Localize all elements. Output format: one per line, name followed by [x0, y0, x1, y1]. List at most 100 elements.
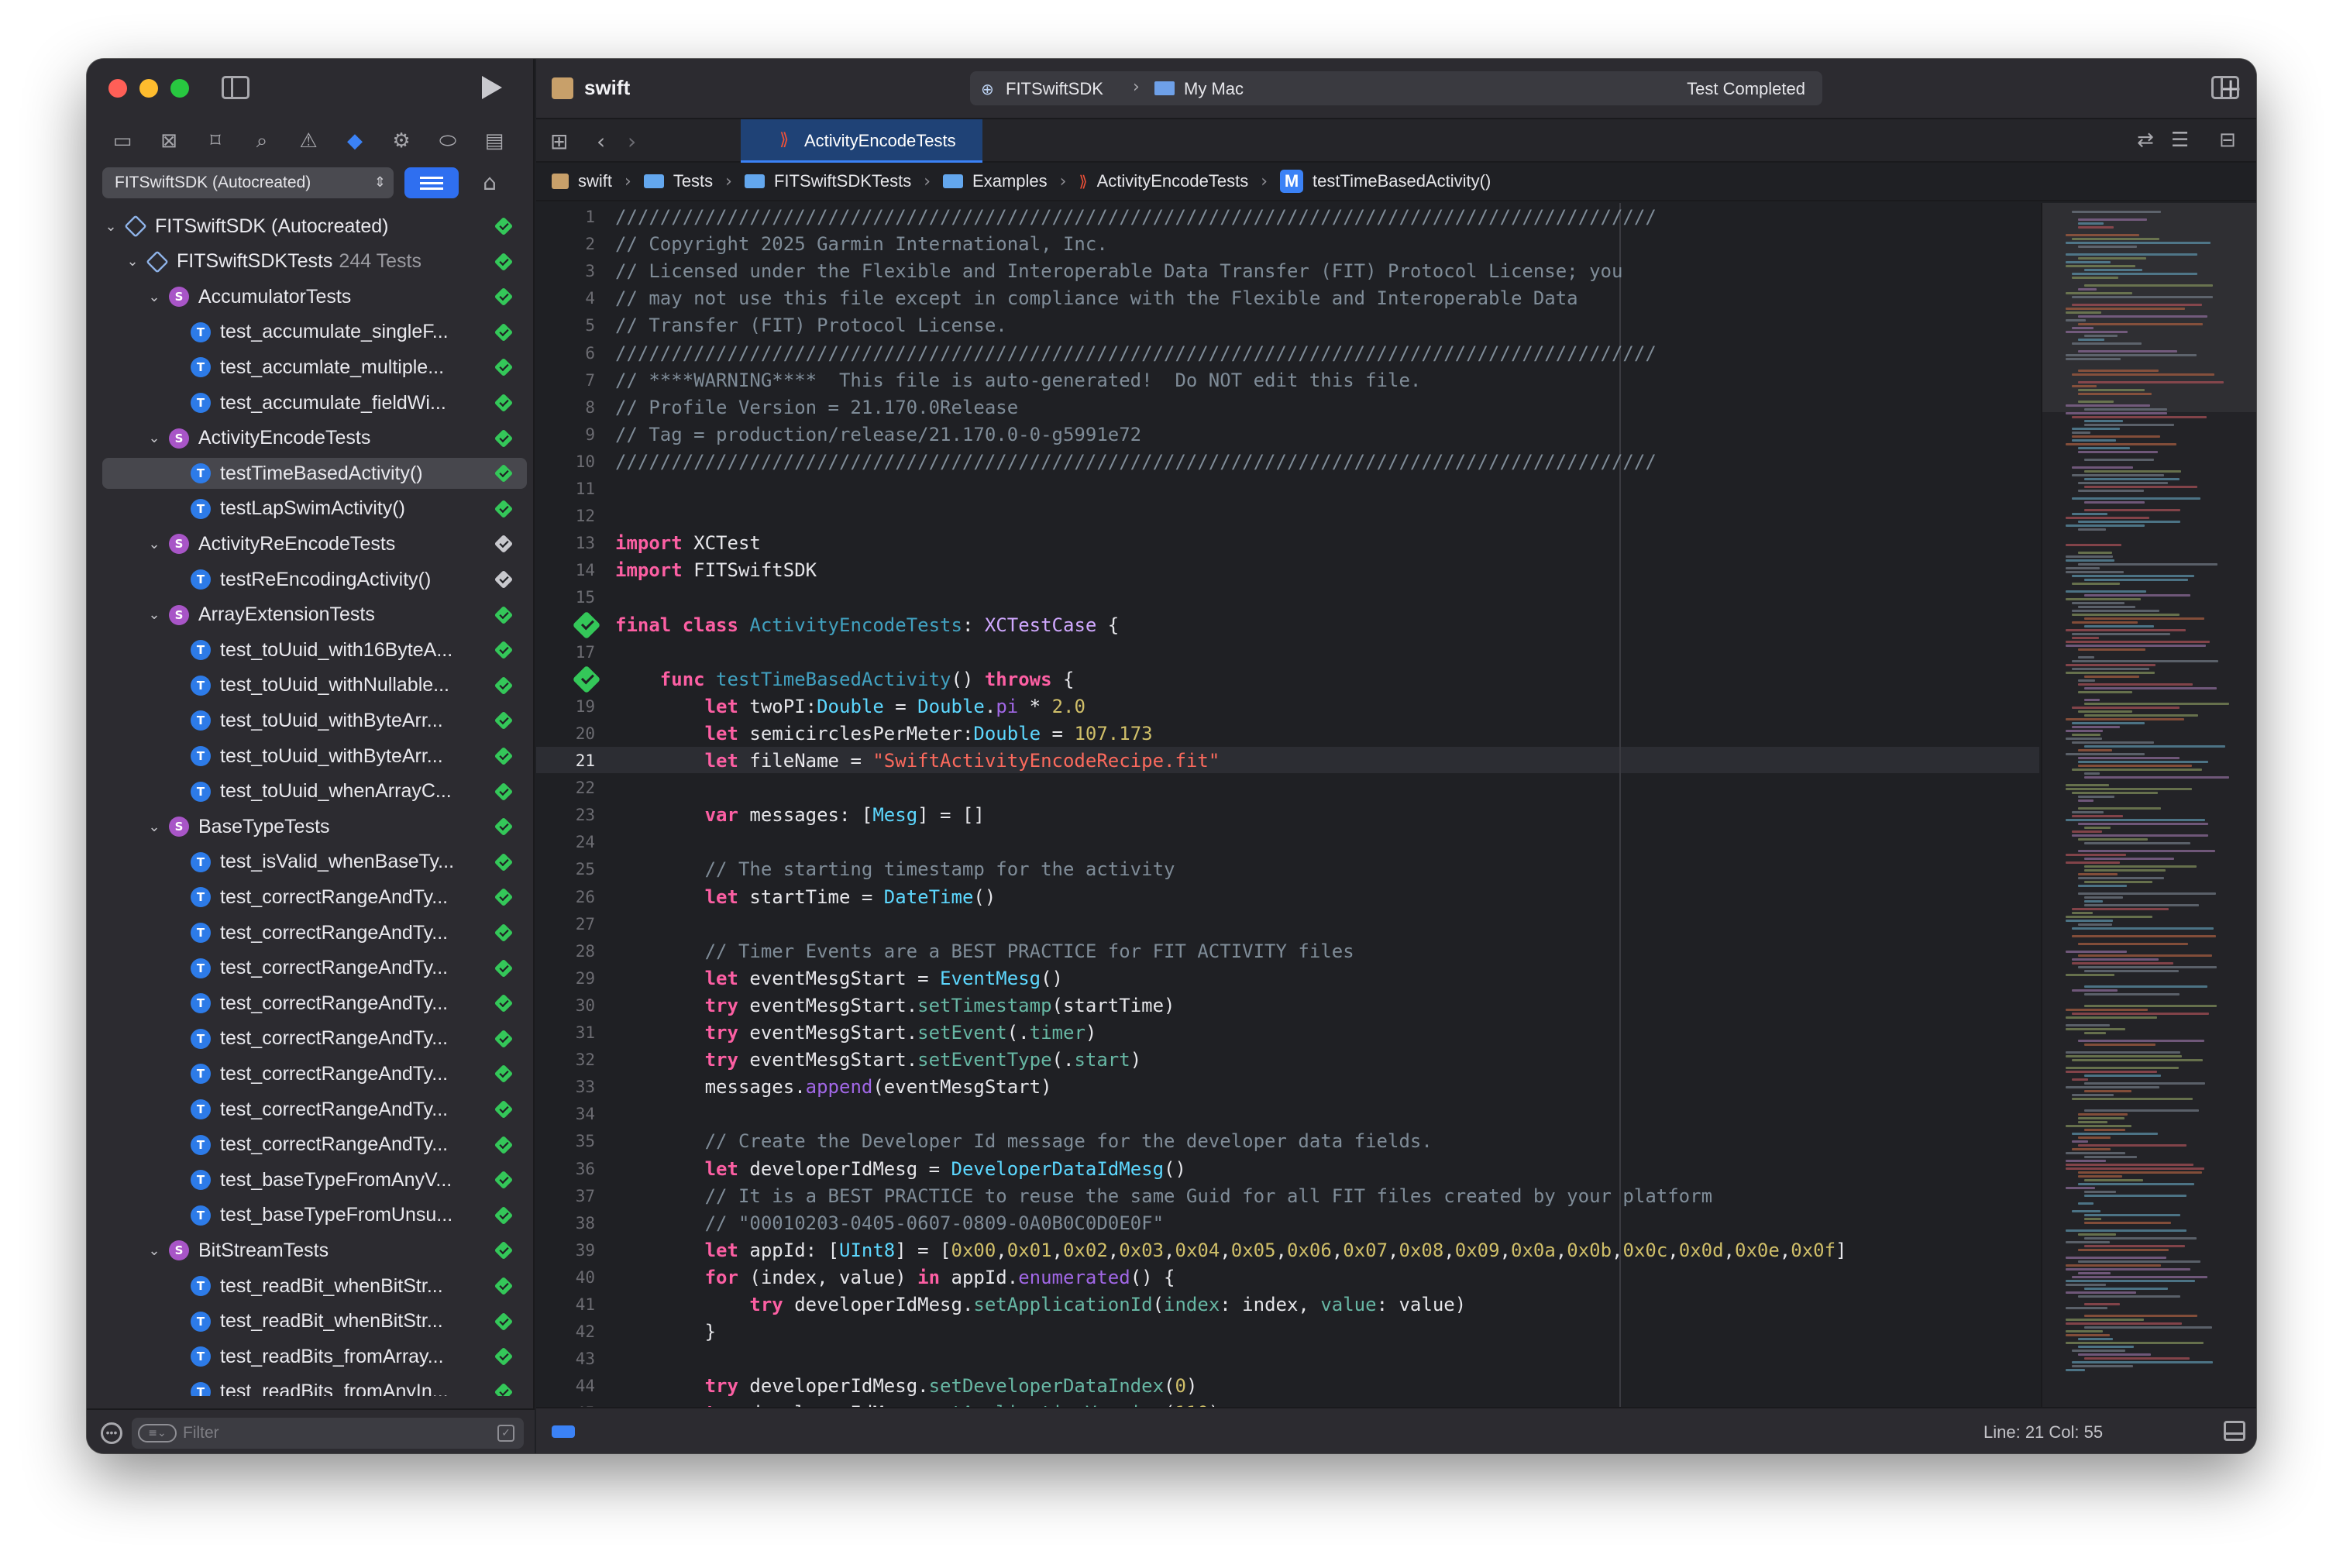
- test-passed-icon[interactable]: [494, 1241, 514, 1260]
- tag-icon[interactable]: ⌂: [476, 169, 504, 197]
- test-passed-icon[interactable]: [494, 676, 514, 696]
- scheme-target[interactable]: FITSwiftSDK: [1006, 79, 1103, 99]
- bookmark-navigator-icon[interactable]: ⌑: [203, 129, 228, 153]
- test-passed-icon[interactable]: [494, 358, 514, 377]
- close-window-button[interactable]: [108, 79, 127, 98]
- test-case-row[interactable]: Ttest_accumulate_singleF...: [102, 317, 527, 348]
- test-case-row[interactable]: Ttest_correctRangeAndTy...: [102, 988, 527, 1019]
- test-passed-icon[interactable]: [494, 252, 514, 271]
- disclosure-chevron-icon[interactable]: ⌄: [102, 218, 119, 235]
- test-case-row[interactable]: Ttest_readBits_fromAnyIn...: [102, 1377, 527, 1396]
- disclosure-chevron-icon[interactable]: ⌄: [146, 289, 163, 305]
- related-items-icon[interactable]: ⇄: [2137, 129, 2154, 152]
- filter-input[interactable]: [183, 1421, 477, 1446]
- test-passed-icon[interactable]: [494, 993, 514, 1013]
- filter-options-icon[interactable]: ≡⌄: [138, 1424, 177, 1442]
- test-case-row[interactable]: Ttest_toUuid_withByteArr...: [102, 741, 527, 772]
- test-passed-icon[interactable]: [494, 1170, 514, 1190]
- test-case-row[interactable]: Ttest_readBits_fromArray...: [102, 1341, 527, 1372]
- test-case-row[interactable]: TtestReEncodingActivity(): [102, 564, 527, 595]
- test-passed-icon[interactable]: [494, 1135, 514, 1154]
- add-options-icon[interactable]: •••: [101, 1422, 122, 1444]
- test-passed-icon[interactable]: [494, 888, 514, 907]
- test-passed-icon[interactable]: [494, 1205, 514, 1226]
- run-icon[interactable]: [482, 76, 502, 99]
- test-case-row[interactable]: Ttest_toUuid_withByteArr...: [102, 705, 527, 736]
- report-navigator-icon[interactable]: ▤: [482, 129, 507, 153]
- breadcrumb-item[interactable]: swift: [552, 171, 612, 191]
- test-passed-icon[interactable]: [494, 1099, 514, 1119]
- test-passed-icon[interactable]: [494, 1312, 514, 1331]
- test-passed-icon[interactable]: [494, 428, 514, 448]
- test-case-row[interactable]: Ttest_baseTypeFromUnsu...: [102, 1200, 527, 1231]
- test-passed-icon[interactable]: [494, 817, 514, 837]
- test-target-row[interactable]: ⌄ FITSwiftSDKTests 244 Tests: [102, 246, 527, 277]
- test-passed-icon[interactable]: [494, 605, 514, 624]
- zoom-window-button[interactable]: [170, 79, 189, 98]
- show-failed-only-icon[interactable]: ✓: [497, 1425, 514, 1442]
- test-suite-row[interactable]: ⌄ S AccumulatorTests: [102, 281, 527, 312]
- test-case-row[interactable]: Ttest_isValid_whenBaseTy...: [102, 847, 527, 878]
- test-case-row[interactable]: Ttest_toUuid_with16ByteA...: [102, 634, 527, 665]
- split-editor-icon[interactable]: ⊟: [2219, 129, 2236, 152]
- test-suite-row[interactable]: ⌄ S ArrayExtensionTests: [102, 600, 527, 631]
- test-case-row[interactable]: Ttest_readBit_whenBitStr...: [102, 1271, 527, 1302]
- test-passed-icon[interactable]: [494, 393, 514, 413]
- breakpoint-navigator-icon[interactable]: ⬭: [435, 129, 460, 153]
- test-passed-icon[interactable]: [494, 1346, 514, 1367]
- run-destination[interactable]: My Mac: [1184, 79, 1244, 99]
- test-passed-icon[interactable]: [494, 216, 514, 236]
- find-navigator-icon[interactable]: ⌕: [249, 129, 274, 153]
- test-case-row[interactable]: Ttest_correctRangeAndTy...: [102, 917, 527, 948]
- breadcrumb-item[interactable]: FITSwiftSDKTests: [744, 171, 911, 191]
- test-passed-icon[interactable]: [494, 711, 514, 731]
- test-not-run-icon[interactable]: [494, 569, 514, 590]
- minimize-window-button[interactable]: [139, 79, 158, 98]
- editor-options-icon[interactable]: ☰: [2171, 129, 2189, 152]
- test-passed-icon[interactable]: [572, 665, 601, 694]
- back-icon[interactable]: ‹: [597, 129, 605, 154]
- test-passed-icon[interactable]: [494, 923, 514, 943]
- debug-area-indicator[interactable]: [552, 1425, 575, 1438]
- test-case-row[interactable]: Ttest_toUuid_whenArrayC...: [102, 776, 527, 807]
- test-suite-row[interactable]: ⌄ S ActivityReEncodeTests: [102, 528, 527, 559]
- test-suite-row[interactable]: ⌄ S ActivityEncodeTests: [102, 423, 527, 454]
- test-case-row[interactable]: Ttest_accumulate_fieldWi...: [102, 387, 527, 418]
- disclosure-chevron-icon[interactable]: ⌄: [146, 1243, 163, 1259]
- project-navigator-icon[interactable]: ▭: [110, 129, 135, 153]
- issue-navigator-icon[interactable]: ⚠: [296, 129, 321, 153]
- activity-view[interactable]: ⊕ FITSwiftSDK › My Mac Test Completed: [970, 71, 1822, 105]
- test-not-run-icon[interactable]: [494, 535, 514, 554]
- test-case-row[interactable]: Ttest_correctRangeAndTy...: [102, 1023, 527, 1054]
- minimap[interactable]: [2041, 203, 2256, 1407]
- test-suite-row[interactable]: ⌄ S BaseTypeTests: [102, 811, 527, 842]
- test-passed-icon[interactable]: [494, 640, 514, 660]
- test-case-row[interactable]: TtestLapSwimActivity(): [102, 493, 527, 524]
- test-passed-icon[interactable]: [494, 499, 514, 519]
- breadcrumb-item[interactable]: Examples: [943, 171, 1048, 191]
- forward-icon[interactable]: ›: [628, 129, 636, 154]
- test-passed-icon[interactable]: [494, 1029, 514, 1049]
- test-passed-icon[interactable]: [494, 958, 514, 978]
- inspector-toggle-icon[interactable]: [2211, 76, 2239, 99]
- test-case-row[interactable]: Ttest_correctRangeAndTy...: [102, 1094, 527, 1125]
- test-case-row[interactable]: TtestTimeBasedActivity(): [102, 458, 527, 490]
- test-passed-icon[interactable]: [494, 287, 514, 307]
- test-passed-icon[interactable]: [572, 610, 601, 639]
- test-passed-icon[interactable]: [494, 322, 514, 342]
- disclosure-chevron-icon[interactable]: ⌄: [146, 607, 163, 623]
- test-passed-icon[interactable]: [494, 1276, 514, 1296]
- test-case-row[interactable]: Ttest_baseTypeFromAnyV...: [102, 1164, 527, 1195]
- sidebar-toggle-icon[interactable]: [222, 76, 249, 99]
- tab-activity-encode-tests[interactable]: ⟫ ActivityEncodeTests: [741, 119, 982, 163]
- test-target-row[interactable]: ⌄ FITSwiftSDK (Autocreated): [102, 211, 527, 242]
- test-passed-icon[interactable]: [494, 782, 514, 801]
- source-control-navigator-icon[interactable]: ⊠: [157, 129, 181, 153]
- disclosure-chevron-icon[interactable]: ⌄: [146, 536, 163, 552]
- code-editor[interactable]: 1 2 3 4 5 6 7 8 9 10 11 12 13 14 15 17 19 20 21 22 23 24 25 26 2…: [536, 203, 2039, 1407]
- test-case-row[interactable]: Ttest_toUuid_withNullable...: [102, 670, 527, 701]
- test-navigator-icon[interactable]: ◆: [342, 129, 367, 153]
- list-view-button[interactable]: [404, 167, 459, 198]
- test-passed-icon[interactable]: [494, 852, 514, 872]
- debug-navigator-icon[interactable]: ⚙: [389, 129, 414, 153]
